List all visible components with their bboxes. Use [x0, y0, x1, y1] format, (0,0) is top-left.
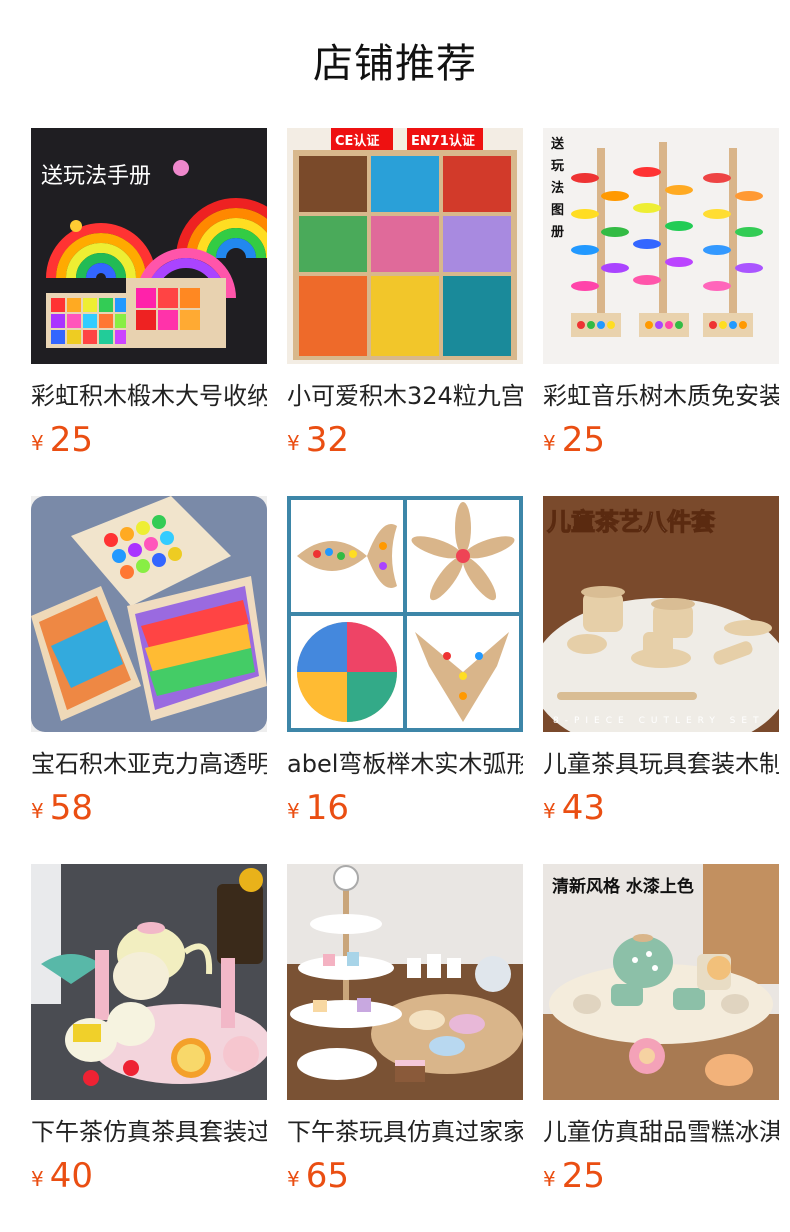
- product-price: ¥58: [31, 788, 267, 828]
- product-price: ¥25: [543, 1156, 779, 1196]
- product-price: ¥65: [287, 1156, 523, 1196]
- certification-badge: EN71认证: [411, 134, 475, 149]
- certification-badge: CE认证: [335, 134, 380, 149]
- currency-symbol: ¥: [287, 431, 300, 455]
- product-name[interactable]: abel弯板榉木实木弧形: [287, 748, 523, 780]
- product-name[interactable]: 小可爱积木324粒九宫格: [287, 380, 523, 412]
- product-card[interactable]: 送玩法手册 彩虹积木椴木大号收纳 ¥25: [31, 128, 267, 460]
- currency-symbol: ¥: [543, 431, 556, 455]
- product-image[interactable]: [31, 864, 267, 1100]
- image-overlay-text: 送玩法手册: [41, 164, 152, 189]
- price-value: 16: [305, 788, 349, 828]
- currency-symbol: ¥: [31, 1167, 44, 1191]
- price-value: 43: [561, 788, 605, 828]
- page-title: 店铺推荐: [313, 41, 477, 87]
- currency-symbol: ¥: [543, 799, 556, 823]
- image-overlay-text: 清新风格 水漆上色: [552, 877, 694, 897]
- product-name[interactable]: 儿童仿真甜品雪糕冰淇: [543, 1116, 779, 1148]
- image-overlay-text: 送 玩 法 图 册: [551, 137, 565, 240]
- price-value: 65: [305, 1156, 349, 1196]
- currency-symbol: ¥: [287, 799, 300, 823]
- currency-symbol: ¥: [543, 1167, 556, 1191]
- image-overlay-text: 儿童茶艺八件套: [547, 508, 716, 537]
- price-value: 32: [305, 420, 349, 460]
- product-card[interactable]: CE认证 EN71认证 小可爱积木324粒九宫格 ¥32: [287, 128, 523, 460]
- currency-symbol: ¥: [31, 799, 44, 823]
- product-card[interactable]: 送 玩 法 图 册 彩虹音乐树木质免安装 ¥25: [543, 128, 779, 460]
- price-value: 25: [49, 420, 93, 460]
- product-image[interactable]: [31, 496, 267, 732]
- product-card[interactable]: 儿童茶艺八件套 8-PIECE CUTLERY SET 儿童茶具玩具套装木制 ¥…: [543, 496, 779, 828]
- product-card[interactable]: 下午茶仿真茶具套装过 ¥40: [31, 864, 267, 1196]
- product-name[interactable]: 下午茶仿真茶具套装过: [31, 1116, 267, 1148]
- product-name[interactable]: 彩虹积木椴木大号收纳: [31, 380, 267, 412]
- product-price: ¥25: [543, 420, 779, 460]
- product-name[interactable]: 儿童茶具玩具套装木制: [543, 748, 779, 780]
- shop-recommendation-page: 店铺推荐 送玩法手册 彩虹积木椴木大号收纳 ¥ 25 CE认证 EN71认证 小…: [0, 0, 790, 1232]
- product-image[interactable]: 清新风格 水漆上色: [543, 864, 779, 1100]
- product-name[interactable]: 下午茶玩具仿真过家家: [287, 1116, 523, 1148]
- product-image[interactable]: [287, 496, 523, 732]
- product-card[interactable]: 下午茶玩具仿真过家家 ¥65: [287, 864, 523, 1196]
- product-name[interactable]: 彩虹音乐树木质免安装: [543, 380, 779, 412]
- product-price: ¥43: [543, 788, 779, 828]
- product-price: ¥32: [287, 420, 523, 460]
- image-caption: 8-PIECE CUTLERY SET: [553, 716, 765, 726]
- product-card[interactable]: 清新风格 水漆上色 儿童仿真甜品雪糕冰淇 ¥25: [543, 864, 779, 1196]
- product-image[interactable]: 儿童茶艺八件套 8-PIECE CUTLERY SET: [543, 496, 779, 732]
- currency-symbol: ¥: [31, 431, 44, 455]
- product-image[interactable]: 送 玩 法 图 册: [543, 128, 779, 364]
- price-value: 25: [561, 1156, 605, 1196]
- product-price: ¥40: [31, 1156, 267, 1196]
- product-image[interactable]: 送玩法手册: [31, 128, 267, 364]
- product-card[interactable]: 宝石积木亚克力高透明 ¥58: [31, 496, 267, 828]
- product-name[interactable]: 宝石积木亚克力高透明: [31, 748, 267, 780]
- price-value: 58: [49, 788, 93, 828]
- product-price: ¥16: [287, 788, 523, 828]
- price-value: 25: [561, 420, 605, 460]
- currency-symbol: ¥: [287, 1167, 300, 1191]
- product-image[interactable]: [287, 864, 523, 1100]
- price-value: 40: [49, 1156, 93, 1196]
- product-image[interactable]: CE认证 EN71认证: [287, 128, 523, 364]
- product-card[interactable]: abel弯板榉木实木弧形 ¥16: [287, 496, 523, 828]
- product-price: ¥25: [31, 420, 267, 460]
